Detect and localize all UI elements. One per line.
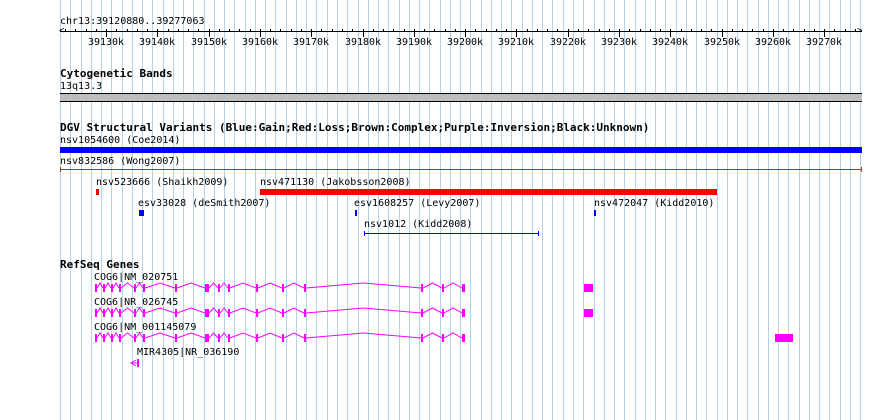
intron-line (422, 332, 443, 339)
intron-line (208, 332, 219, 339)
intron-line (104, 282, 112, 289)
intron-line (144, 332, 176, 339)
exon-block (775, 334, 793, 342)
intron-line (96, 307, 104, 314)
intron-line (229, 307, 257, 314)
exon-block (442, 284, 444, 292)
exon-block (282, 309, 284, 317)
intron-line (219, 282, 229, 289)
intron-line (112, 332, 120, 339)
intron-line (305, 282, 422, 289)
exon-block (119, 334, 121, 342)
exon-block (103, 334, 105, 342)
intron-line (112, 307, 120, 314)
exon-block (134, 284, 136, 292)
exon-block (304, 309, 306, 317)
exon-block (462, 309, 465, 317)
exon-block (218, 284, 220, 292)
intron-line (208, 307, 219, 314)
intron-line (229, 332, 257, 339)
intron-line (96, 332, 104, 339)
intron-line (208, 282, 219, 289)
intron-line (144, 282, 176, 289)
exon-block (421, 309, 423, 317)
intron-line (257, 282, 283, 289)
exon-block (95, 309, 97, 317)
exon-block (421, 334, 423, 342)
intron-line (219, 307, 229, 314)
exon-block (103, 309, 105, 317)
intron-line (112, 282, 120, 289)
genome-browser: chr13:39120880..39277063 < > 39130k 39140… (0, 0, 890, 420)
intron-line (305, 307, 422, 314)
intron-line (422, 282, 443, 289)
intron-line (283, 307, 305, 314)
intron-line (104, 332, 112, 339)
exon-block (584, 284, 593, 292)
exon-block (111, 334, 113, 342)
exon-block (143, 309, 145, 317)
exon-block (462, 284, 465, 292)
exon-block (228, 284, 230, 292)
intron-line (135, 307, 144, 314)
exon-block (103, 284, 105, 292)
intron-line (219, 332, 229, 339)
exon-block (421, 284, 423, 292)
exon-block (111, 284, 113, 292)
exon-block (205, 284, 209, 292)
exon-block (119, 284, 121, 292)
intron-line (120, 282, 135, 289)
exon-block (256, 334, 258, 342)
exon-block (175, 334, 177, 342)
intron-line (104, 307, 112, 314)
exon-block (111, 309, 113, 317)
intron-line (283, 282, 305, 289)
exon-block (175, 309, 177, 317)
exon-block (256, 284, 258, 292)
exon-block (228, 309, 230, 317)
exon-block (462, 334, 465, 342)
exon-block (282, 284, 284, 292)
exon-block (119, 309, 121, 317)
intron-line (443, 307, 463, 314)
intron-line (257, 332, 283, 339)
exon-block (218, 309, 220, 317)
exon-block (175, 284, 177, 292)
exon-block (584, 309, 593, 317)
intron-line (305, 332, 422, 339)
intron-line (176, 307, 206, 314)
exon-block (218, 334, 220, 342)
intron-line (443, 282, 463, 289)
intron-line (120, 332, 135, 339)
intron-line (176, 282, 206, 289)
gene-models (95, 282, 793, 367)
intron-line (144, 307, 176, 314)
intron-line (96, 282, 104, 289)
intron-line (283, 332, 305, 339)
exon-block (442, 309, 444, 317)
exon-block (134, 334, 136, 342)
exon-block (304, 334, 306, 342)
intron-line (443, 332, 463, 339)
exon-block (282, 334, 284, 342)
intron-line (257, 307, 283, 314)
exon-block (304, 284, 306, 292)
exon-block (134, 309, 136, 317)
intron-line (135, 332, 144, 339)
exon-block (256, 309, 258, 317)
exon-block (143, 334, 145, 342)
exon-block (205, 334, 209, 342)
exon-block (205, 309, 209, 317)
intron-line (135, 282, 144, 289)
exon-block (95, 334, 97, 342)
intron-line (176, 332, 206, 339)
exon-block (143, 284, 145, 292)
exon-block (95, 284, 97, 292)
intron-line (422, 307, 443, 314)
exon-block (228, 334, 230, 342)
exon-block (442, 334, 444, 342)
intron-line (120, 307, 135, 314)
exon-block (137, 359, 139, 367)
intron-line (229, 282, 257, 289)
